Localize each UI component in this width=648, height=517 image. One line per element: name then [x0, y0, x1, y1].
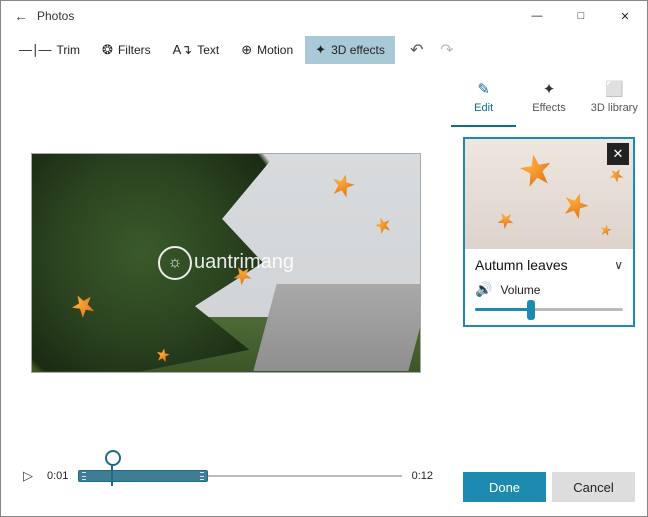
watermark: ☼ uantrimang — [158, 246, 294, 280]
timeline: ▷ 0:01 0:12 — [1, 446, 451, 516]
3d-effects-label: 3D effects — [331, 43, 385, 57]
trim-icon: ―∣― — [19, 42, 52, 58]
redo-button[interactable]: ↷ — [433, 36, 461, 64]
effects-icon: ✦ — [543, 80, 556, 98]
playhead[interactable] — [111, 458, 113, 486]
timeline-track[interactable] — [78, 468, 401, 484]
tab-edit-label: Edit — [474, 102, 493, 114]
volume-row: 🔊 Volume — [465, 277, 633, 308]
filters-icon: ❂ — [102, 42, 113, 58]
clip-end-handle[interactable] — [200, 472, 204, 480]
total-time: 0:12 — [412, 470, 433, 482]
trim-tool[interactable]: ―∣― Trim — [9, 36, 90, 64]
sparkle-icon: ✦ — [315, 42, 326, 58]
canvas-pane: ☼ uantrimang ▷ 0:01 0:12 — [1, 69, 451, 516]
done-button[interactable]: Done — [463, 472, 546, 502]
current-time: 0:01 — [47, 470, 68, 482]
cancel-button[interactable]: Cancel — [552, 472, 635, 502]
play-button[interactable]: ▷ — [19, 464, 37, 488]
editor-toolbar: ―∣― Trim ❂ Filters A↴ Text ⊕ Motion ✦ 3D… — [1, 31, 647, 69]
maximize-button[interactable]: □ — [559, 1, 603, 31]
tab-underline — [451, 125, 516, 127]
effect-clip[interactable] — [78, 470, 207, 482]
cube-icon: ⬜ — [605, 80, 624, 98]
watermark-text: uantrimang — [194, 251, 294, 274]
close-window-button[interactable]: ✕ — [603, 1, 647, 31]
3d-effects-tool[interactable]: ✦ 3D effects — [305, 36, 395, 64]
motion-icon: ⊕ — [241, 42, 252, 58]
undo-button[interactable]: ↶ — [403, 36, 431, 64]
motion-tool[interactable]: ⊕ Motion — [231, 36, 303, 64]
effect-card: ✕ Autumn leaves ∨ 🔊 Volume — [463, 137, 635, 327]
text-icon: A↴ — [173, 42, 193, 58]
watermark-icon: ☼ — [158, 246, 192, 280]
tab-edit[interactable]: ✎ Edit — [451, 69, 516, 125]
remove-effect-button[interactable]: ✕ — [607, 143, 629, 165]
done-label: Done — [489, 480, 520, 495]
effect-thumbnail[interactable]: ✕ — [465, 139, 633, 249]
motion-label: Motion — [257, 43, 293, 57]
volume-slider-thumb[interactable] — [527, 300, 535, 320]
tab-effects-label: Effects — [532, 102, 565, 114]
speaker-icon: 🔊 — [475, 281, 492, 298]
text-label: Text — [197, 43, 219, 57]
tab-effects[interactable]: ✦ Effects — [516, 69, 581, 125]
cancel-label: Cancel — [573, 480, 613, 495]
tab-library-label: 3D library — [591, 102, 638, 114]
pencil-icon: ✎ — [477, 80, 490, 98]
filters-tool[interactable]: ❂ Filters — [92, 36, 161, 64]
text-tool[interactable]: A↴ Text — [163, 36, 230, 64]
volume-label: Volume — [500, 283, 540, 297]
effect-name: Autumn leaves — [475, 257, 568, 273]
volume-slider[interactable] — [475, 308, 623, 311]
minimize-button[interactable]: ― — [515, 1, 559, 31]
tab-3d-library[interactable]: ⬜ 3D library — [582, 69, 647, 125]
app-title: Photos — [37, 9, 74, 23]
title-bar: ← Photos ― □ ✕ — [1, 1, 647, 31]
filters-label: Filters — [118, 43, 151, 57]
side-tabs: ✎ Edit ✦ Effects ⬜ 3D library — [451, 69, 647, 125]
chevron-down-icon: ∨ — [614, 258, 623, 272]
side-footer: Done Cancel — [451, 462, 647, 516]
clip-start-handle[interactable] — [82, 472, 86, 480]
effect-title-row[interactable]: Autumn leaves ∨ — [465, 249, 633, 277]
trim-label: Trim — [57, 43, 81, 57]
main-area: ☼ uantrimang ▷ 0:01 0:12 ✎ — [1, 69, 647, 516]
back-button[interactable]: ← — [9, 8, 33, 24]
video-preview[interactable]: ☼ uantrimang — [31, 153, 421, 373]
side-panel: ✎ Edit ✦ Effects ⬜ 3D library ✕ Autumn l… — [451, 69, 647, 516]
